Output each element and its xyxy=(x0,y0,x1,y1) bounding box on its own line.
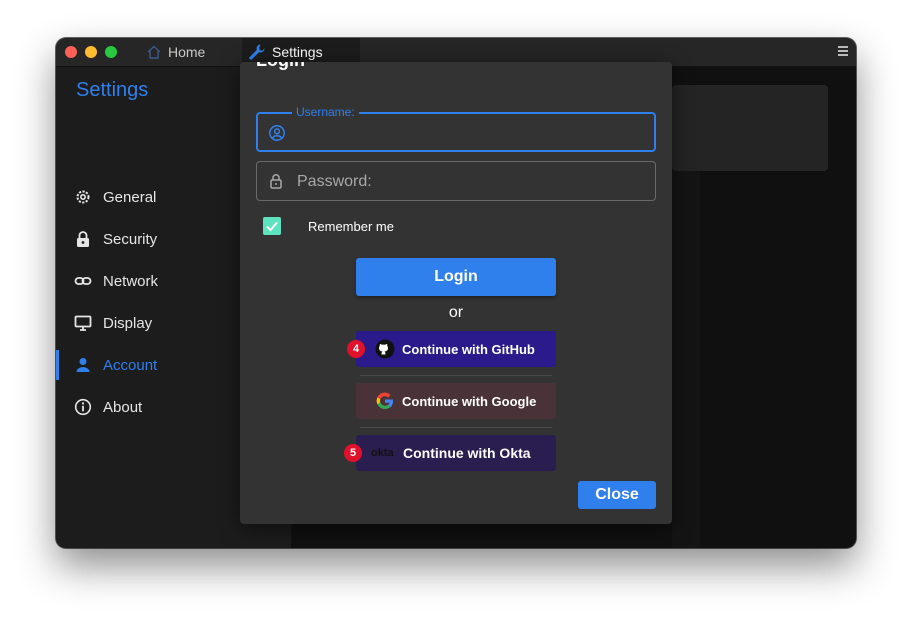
github-login-label: Continue with GitHub xyxy=(402,341,535,357)
monitor-icon xyxy=(73,313,93,333)
sidebar-item-label: About xyxy=(103,398,143,416)
username-field[interactable]: Username: xyxy=(256,105,656,152)
sidebar-item-label: Network xyxy=(103,272,159,290)
user-circle-icon xyxy=(269,125,285,141)
or-separator: or xyxy=(448,304,464,321)
divider xyxy=(360,427,552,428)
password-input[interactable] xyxy=(295,168,649,196)
tab-home-label: Home xyxy=(168,44,206,60)
lock-icon xyxy=(73,229,93,249)
password-field[interactable] xyxy=(256,161,656,201)
okta-login-button[interactable]: okta Continue with Okta xyxy=(356,435,556,471)
sidebar-item-label: Account xyxy=(103,356,158,374)
home-icon xyxy=(147,45,161,59)
gear-icon xyxy=(73,187,93,207)
google-login-button[interactable]: Continue with Google xyxy=(356,383,556,419)
divider xyxy=(360,375,552,376)
zoom-window-button[interactable] xyxy=(105,46,117,58)
google-login-label: Continue with Google xyxy=(402,393,537,409)
hamburger-menu-icon[interactable] xyxy=(838,46,848,56)
sidebar-item-label: Display xyxy=(103,314,153,332)
sidebar-title: Settings xyxy=(76,79,149,101)
sidebar-item-label: General xyxy=(103,188,157,206)
step-badge: 4 xyxy=(347,340,365,358)
close-button[interactable]: Close xyxy=(578,481,656,509)
checkmark-icon xyxy=(266,221,278,232)
link-icon xyxy=(73,271,93,291)
username-label: Username: xyxy=(292,105,359,119)
github-login-button[interactable]: Continue with GitHub xyxy=(356,331,556,367)
info-icon xyxy=(73,397,93,417)
username-input[interactable] xyxy=(296,120,650,148)
google-icon xyxy=(374,390,396,412)
content-card xyxy=(672,85,828,171)
wrench-icon xyxy=(249,44,265,60)
github-icon xyxy=(374,338,396,360)
remember-me-checkbox[interactable] xyxy=(263,217,281,235)
remember-me-label[interactable]: Remember me xyxy=(308,219,394,234)
person-icon xyxy=(73,355,93,375)
tab-home[interactable]: Home xyxy=(146,38,236,66)
tab-settings-label: Settings xyxy=(272,44,323,60)
lock-icon xyxy=(270,174,282,189)
content-panel xyxy=(672,171,700,548)
okta-icon: okta xyxy=(371,447,394,459)
sidebar-item-label: Security xyxy=(103,230,158,248)
minimize-window-button[interactable] xyxy=(85,46,97,58)
step-badge: 5 xyxy=(344,444,362,462)
login-dialog: Login Username: Remember me Login or xyxy=(240,62,672,524)
login-button[interactable]: Login xyxy=(356,258,556,296)
okta-login-label: Continue with Okta xyxy=(403,445,531,461)
close-window-button[interactable] xyxy=(65,46,77,58)
